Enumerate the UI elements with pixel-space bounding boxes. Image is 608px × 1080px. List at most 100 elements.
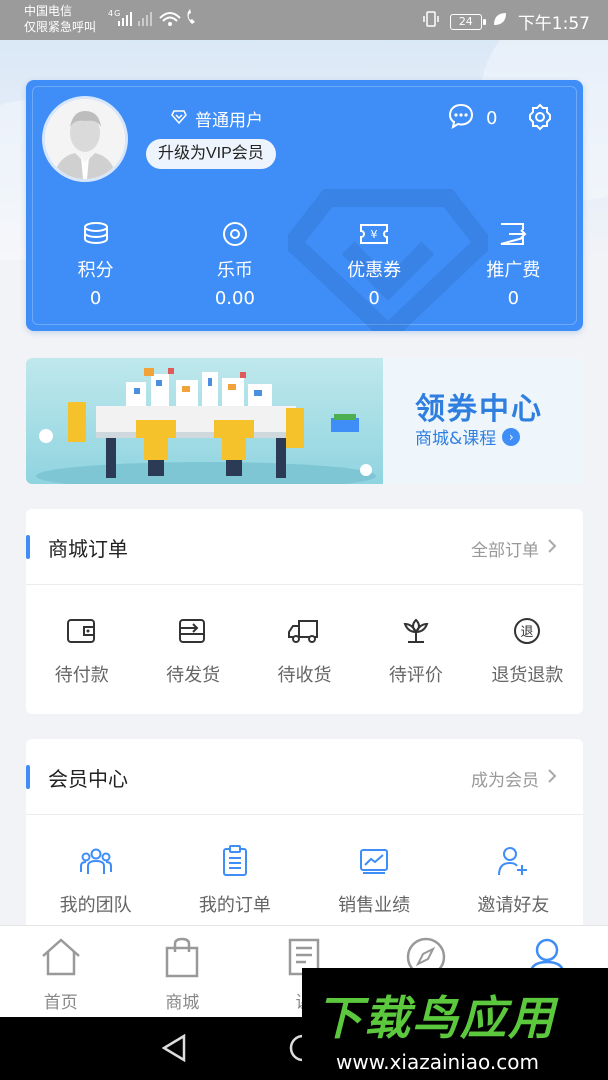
leaf-icon	[492, 11, 508, 32]
order-pending-review[interactable]: 待评价	[360, 615, 471, 687]
order-pending-shipment[interactable]: 待发货	[137, 615, 248, 687]
stat-value: 0	[89, 288, 102, 309]
stat-coupons[interactable]: ¥ 优惠券 0	[305, 218, 444, 309]
tab-label: 商城	[165, 993, 200, 1013]
order-pending-receipt[interactable]: 待收货	[249, 615, 360, 687]
order-status-label: 待付款	[54, 665, 109, 686]
coupon-icon: ¥	[305, 218, 444, 250]
status-right: 24 下午1:57	[422, 9, 590, 34]
message-count: 0	[486, 108, 498, 129]
chevron-right-icon	[547, 768, 557, 789]
promo-url: www.xiazainiao.com	[336, 1050, 539, 1074]
default-avatar-icon	[45, 99, 125, 179]
profile-card: 普通用户 升级为VIP会员 0 积分 0 乐币 0.00 ¥ 优惠券 0 推广费…	[26, 80, 583, 331]
gear-icon[interactable]	[526, 103, 554, 135]
member-item-label: 邀请好友	[477, 895, 550, 916]
stat-promo-fee[interactable]: 推广费 0	[444, 218, 583, 309]
upgrade-vip-button[interactable]: 升级为VIP会员	[146, 139, 276, 169]
stat-points[interactable]: 积分 0	[26, 218, 165, 309]
become-member-label: 成为会员	[471, 771, 539, 791]
svg-text:4G: 4G	[108, 9, 121, 18]
tab-mall[interactable]: 商城	[122, 926, 244, 1017]
all-orders-link[interactable]: 全部订单	[471, 536, 557, 561]
order-status-label: 待发货	[166, 665, 221, 686]
banner-illustration	[26, 358, 383, 484]
team-icon	[26, 845, 165, 877]
member-item-label: 销售业绩	[338, 895, 411, 916]
stats-row: 积分 0 乐币 0.00 ¥ 优惠券 0 推广费 0	[26, 218, 583, 309]
ship-icon	[137, 615, 248, 647]
coins-icon	[26, 218, 165, 250]
chart-icon	[305, 845, 444, 877]
stat-lebi[interactable]: 乐币 0.00	[165, 218, 304, 309]
tab-label: 首页	[43, 993, 78, 1013]
section-header: 会员中心 成为会员	[26, 739, 583, 815]
stat-value: 0	[368, 288, 380, 309]
coin-circle-icon	[165, 218, 304, 250]
invite-friends[interactable]: 邀请好友	[444, 845, 583, 917]
member-items-row: 我的团队 我的订单 销售业绩 邀请好友	[26, 815, 583, 917]
add-user-icon	[444, 845, 583, 877]
chevron-right-icon: ›	[502, 427, 521, 446]
accent-bar	[26, 535, 30, 559]
banner-subtitle-label: 商城&课程	[415, 429, 497, 449]
stat-label: 推广费	[486, 260, 541, 281]
flower-icon	[360, 615, 471, 647]
clipboard-icon	[165, 845, 304, 877]
refund-icon: 退	[472, 615, 583, 647]
message-icon[interactable]	[448, 103, 474, 134]
order-status-label: 退货退款	[491, 665, 564, 686]
section-title: 商城订单	[48, 537, 128, 561]
signal-icon: 4G	[108, 8, 208, 34]
chevron-right-icon	[547, 538, 557, 559]
promo-fee-icon	[444, 218, 583, 250]
bag-icon	[122, 936, 244, 982]
stat-label: 积分	[77, 260, 114, 281]
order-status-row: 待付款 待发货 待收货 待评价 退 退货退款	[26, 585, 583, 687]
diamond-icon	[171, 109, 187, 129]
home-icon	[0, 936, 122, 982]
stat-value: 0	[507, 288, 520, 309]
coupon-center-banner[interactable]: 领券中心 商城&课程 ›	[26, 358, 583, 484]
avatar[interactable]	[42, 96, 128, 182]
clock-time: 下午1:57	[517, 14, 590, 34]
carrier-note: 仅限紧急呼叫	[24, 20, 97, 34]
banner-title: 领券中心	[415, 392, 543, 427]
back-icon[interactable]	[160, 1033, 188, 1067]
order-status-label: 待收货	[277, 665, 332, 686]
carrier-name: 中国电信	[24, 4, 73, 18]
user-level-label: 普通用户	[195, 111, 263, 131]
member-item-label: 我的订单	[198, 895, 271, 916]
tab-home[interactable]: 首页	[0, 926, 122, 1017]
wallet-icon	[26, 615, 137, 647]
battery-icon: 24	[449, 13, 486, 30]
vibrate-icon	[422, 10, 440, 33]
lego-table-illustration	[36, 368, 376, 484]
all-orders-label: 全部订单	[471, 541, 539, 561]
member-item-label: 我的团队	[59, 895, 132, 916]
become-member-link[interactable]: 成为会员	[471, 766, 557, 791]
order-refund[interactable]: 退 退货退款	[472, 615, 583, 687]
member-center-section: 会员中心 成为会员 我的团队 我的订单 销售业绩 邀请好友	[26, 739, 583, 939]
mall-orders-section: 商城订单 全部订单 待付款 待发货 待收货 待评价 退 退货退款	[26, 509, 583, 714]
carrier-info: 中国电信 仅限紧急呼叫	[24, 3, 96, 35]
accent-bar	[26, 765, 30, 789]
banner-text-area: 领券中心 商城&课程 ›	[383, 358, 583, 484]
section-header: 商城订单 全部订单	[26, 509, 583, 585]
section-title: 会员中心	[48, 767, 128, 791]
promo-title: 下载鸟应用	[316, 991, 556, 1045]
promo-watermark: 下载鸟应用 www.xiazainiao.com	[302, 968, 608, 1080]
banner-subtitle: 商城&课程 ›	[415, 424, 521, 449]
stat-label: 乐币	[216, 260, 253, 281]
my-team[interactable]: 我的团队	[26, 845, 165, 917]
my-orders[interactable]: 我的订单	[165, 845, 304, 917]
messages[interactable]: 0	[448, 103, 497, 134]
order-pending-payment[interactable]: 待付款	[26, 615, 137, 687]
user-level: 普通用户	[171, 106, 263, 131]
truck-icon	[249, 615, 360, 647]
refund-glyph: 退	[521, 625, 534, 640]
stat-value: 0.00	[214, 288, 255, 309]
sales-performance[interactable]: 销售业绩	[305, 845, 444, 917]
svg-text:¥: ¥	[371, 228, 378, 241]
order-status-label: 待评价	[388, 665, 443, 686]
